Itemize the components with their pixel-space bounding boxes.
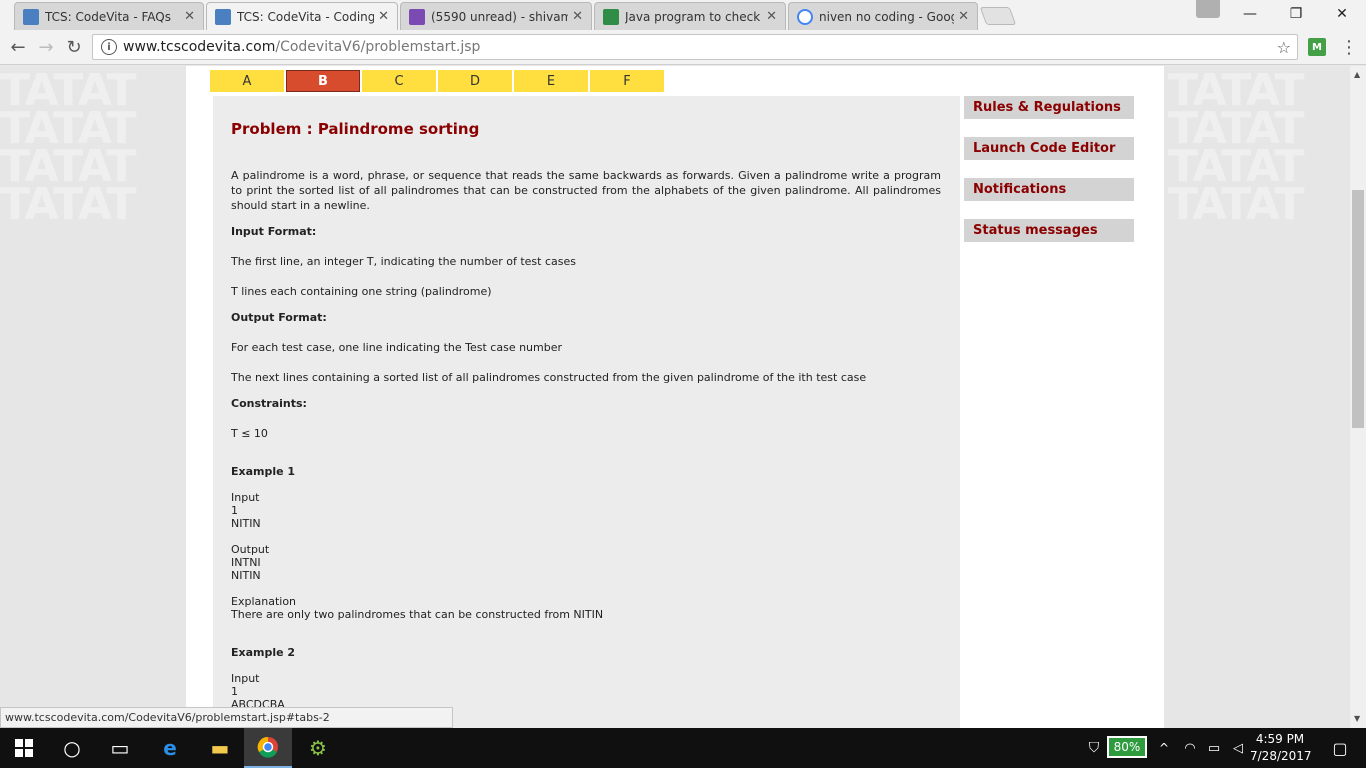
system-clock[interactable]: 4:59 PM 7/28/2017: [1250, 731, 1312, 765]
example-output-label: Output: [231, 543, 270, 556]
launch-code-editor-link[interactable]: Launch Code Editor: [964, 137, 1134, 160]
tab-problem-f[interactable]: F: [590, 70, 664, 92]
battery-indicator[interactable]: 80%: [1107, 736, 1147, 758]
input-format-line: The first line, an integer T, indicating…: [231, 255, 576, 268]
example-output-line: NITIN: [231, 569, 261, 582]
edge-browser-icon[interactable]: e: [146, 728, 194, 768]
tab-problem-d[interactable]: D: [438, 70, 512, 92]
output-format-line: The next lines containing a sorted list …: [231, 371, 867, 384]
google-icon: [797, 8, 813, 25]
constraint-line: T ≤ 10: [231, 427, 268, 440]
windows-taskbar: ○ ▭ e ▬ ⚙ ⛉ 80% ^ ◠ ▭ ◁ 4:59 PM 7/28/201…: [0, 728, 1366, 768]
tab-title: (5590 unread) - shivam0: [431, 9, 569, 24]
input-format-line: T lines each containing one string (pali…: [231, 285, 492, 298]
tab-title: TCS: CodeVita - FAQs: [45, 9, 171, 24]
notifications-center-icon[interactable]: ▢: [1316, 728, 1364, 768]
minimize-button[interactable]: —: [1227, 0, 1273, 28]
scroll-down-icon[interactable]: ▼: [1354, 714, 1360, 723]
browser-toolbar: ← → ↻ i www.tcscodevita.com /CodevitaV6/…: [0, 30, 1366, 65]
android-studio-icon[interactable]: ⚙: [294, 728, 342, 768]
tab-title: TCS: CodeVita - Coding A: [237, 9, 375, 24]
info-icon[interactable]: i: [101, 39, 117, 55]
back-arrow-icon[interactable]: ←: [6, 35, 30, 59]
clock-date: 7/28/2017: [1250, 749, 1312, 763]
chrome-icon[interactable]: [244, 728, 292, 768]
example-input-line: NITIN: [231, 517, 261, 530]
content-container: A B C D E F Problem : Palindrome sorting…: [186, 66, 1164, 728]
example2-heading: Example 2: [231, 646, 296, 659]
tcs-favicon-icon: [23, 8, 39, 25]
browser-tab-gfg[interactable]: Java program to check fo ✕: [594, 2, 786, 30]
browser-tab-faqs[interactable]: TCS: CodeVita - FAQs ✕: [14, 2, 204, 30]
browser-tab-google[interactable]: niven no coding - Googl ✕: [788, 2, 978, 30]
problem-panel: Problem : Palindrome sorting A palindrom…: [213, 96, 960, 728]
close-window-button[interactable]: ✕: [1319, 0, 1365, 28]
tcs-favicon-icon: [215, 8, 231, 25]
close-tab-icon[interactable]: ✕: [378, 9, 389, 24]
example-input-label: Input: [231, 672, 260, 685]
defender-icon[interactable]: ⛉: [1082, 728, 1106, 768]
clock-time: 4:59 PM: [1255, 732, 1305, 746]
browser-tab-strip: TCS: CodeVita - FAQs ✕ TCS: CodeVita - C…: [0, 0, 1366, 30]
output-format-line: For each test case, one line indicating …: [231, 341, 563, 354]
example-explanation: There are only two palindromes that can …: [231, 608, 604, 621]
scroll-up-icon[interactable]: ▲: [1354, 70, 1360, 79]
notifications-link[interactable]: Notifications: [964, 178, 1134, 201]
extension-icon[interactable]: M: [1308, 38, 1326, 56]
gfg-favicon-icon: [603, 8, 619, 25]
tab-problem-e[interactable]: E: [514, 70, 588, 92]
bookmark-star-icon[interactable]: ☆: [1277, 38, 1291, 57]
task-view-icon[interactable]: ▭: [96, 728, 144, 768]
power-icon[interactable]: ▭: [1202, 728, 1226, 768]
input-format-heading: Input Format:: [231, 225, 317, 238]
example-explanation-label: Explanation: [231, 595, 297, 608]
url-host: www.tcscodevita.com: [123, 39, 276, 55]
tab-title: Java program to check fo: [625, 9, 763, 24]
close-tab-icon[interactable]: ✕: [572, 9, 583, 24]
example-output-line: INTNI: [231, 556, 261, 569]
volume-icon[interactable]: ◁: [1226, 728, 1250, 768]
example-input-label: Input: [231, 491, 260, 504]
background-pattern: TATAT TATAT TATAT TATAT: [0, 66, 136, 230]
rules-regulations-link[interactable]: Rules & Regulations: [964, 96, 1134, 119]
page-viewport: TATAT TATAT TATAT TATAT TATAT TATAT TATA…: [0, 66, 1350, 728]
tab-problem-a[interactable]: A: [210, 70, 284, 92]
example1-heading: Example 1: [231, 465, 296, 478]
scrollbar-thumb[interactable]: [1352, 190, 1364, 428]
browser-tab-mail[interactable]: (5590 unread) - shivam0 ✕: [400, 2, 592, 30]
browser-menu-icon[interactable]: ⋮: [1340, 37, 1358, 58]
wifi-icon[interactable]: ◠: [1178, 728, 1202, 768]
restore-button[interactable]: ❐: [1273, 0, 1319, 28]
address-bar[interactable]: i www.tcscodevita.com /CodevitaV6/proble…: [92, 34, 1298, 60]
problem-tabs: A B C D E F: [210, 70, 666, 92]
file-explorer-icon[interactable]: ▬: [196, 728, 244, 768]
constraints-heading: Constraints:: [231, 397, 307, 410]
close-tab-icon[interactable]: ✕: [184, 9, 195, 24]
tab-title: niven no coding - Googl: [819, 9, 955, 24]
link-status-bubble: www.tcscodevita.com/CodevitaV6/problemst…: [0, 707, 453, 728]
chevron-up-icon[interactable]: ^: [1152, 728, 1176, 768]
tab-problem-b[interactable]: B: [286, 70, 360, 92]
example-input-line: 1: [231, 685, 238, 698]
example-input-line: 1: [231, 504, 238, 517]
user-profile-icon[interactable]: [1196, 0, 1220, 18]
output-format-heading: Output Format:: [231, 311, 327, 324]
new-tab-button[interactable]: [979, 7, 1017, 25]
mail-icon: [409, 8, 425, 25]
vertical-scrollbar[interactable]: ▲ ▼: [1350, 66, 1366, 728]
reload-icon[interactable]: ↻: [62, 35, 86, 59]
tab-problem-c[interactable]: C: [362, 70, 436, 92]
browser-tab-coding[interactable]: TCS: CodeVita - Coding A ✕: [206, 2, 398, 30]
search-icon[interactable]: ○: [48, 728, 96, 768]
forward-arrow-icon[interactable]: →: [34, 35, 58, 59]
problem-description: A palindrome is a word, phrase, or seque…: [231, 169, 941, 212]
close-tab-icon[interactable]: ✕: [958, 9, 969, 24]
close-tab-icon[interactable]: ✕: [766, 9, 777, 24]
status-messages-link[interactable]: Status messages: [964, 219, 1134, 242]
url-path: /CodevitaV6/problemstart.jsp: [275, 39, 481, 55]
problem-title: Problem : Palindrome sorting: [231, 120, 480, 138]
windows-start-icon[interactable]: [0, 728, 48, 768]
background-pattern: TATAT TATAT TATAT TATAT: [1168, 66, 1304, 230]
